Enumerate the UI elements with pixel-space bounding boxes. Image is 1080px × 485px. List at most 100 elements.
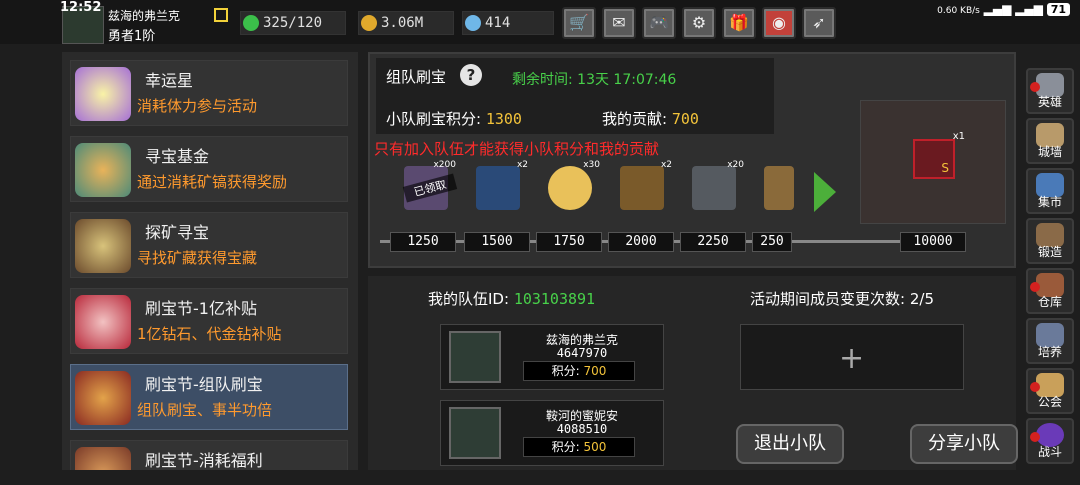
my-contribution-label: 我的贡献: bbox=[602, 110, 668, 128]
list-item-title: 寻宝基金 bbox=[145, 147, 210, 166]
feather-button[interactable]: ➶ bbox=[802, 7, 836, 39]
team-panel: 我的队伍ID: 103103891 活动期间成员变更次数: 2/5 兹海的弗兰克… bbox=[368, 276, 1018, 470]
list-item-desc: 寻找矿藏获得宝藏 bbox=[137, 249, 258, 267]
gift-icon: 🎁 bbox=[729, 13, 749, 32]
event-panel: 组队刷宝 ? 剩余时间: 13天 17:07:46 小队刷宝积分: 1300 我… bbox=[368, 52, 1016, 268]
nav-guild[interactable]: 公会 bbox=[1026, 368, 1074, 414]
list-item-title: 刷宝节-组队刷宝 bbox=[145, 375, 263, 394]
gold-coin-icon bbox=[361, 15, 377, 31]
nav-wall[interactable]: 城墙 bbox=[1026, 118, 1074, 164]
wheel-icon: ◉ bbox=[772, 13, 786, 32]
lightning-icon bbox=[243, 15, 259, 31]
reward-item[interactable]: x2 bbox=[476, 160, 528, 210]
list-item[interactable]: 刷宝节-消耗福利 bbox=[70, 440, 348, 470]
next-arrow-icon[interactable] bbox=[814, 172, 836, 212]
my-contribution: 我的贡献: 700 bbox=[602, 108, 699, 129]
milestone: 1750 bbox=[536, 232, 602, 252]
nav-market[interactable]: 集市 bbox=[1026, 168, 1074, 214]
list-item-title: 幸运星 bbox=[145, 71, 194, 90]
member-uid: 4647970 bbox=[556, 346, 608, 360]
team-member-card[interactable]: 兹海的弗兰克 4647970 积分: 700 bbox=[440, 324, 664, 390]
milestone: 1250 bbox=[390, 232, 456, 252]
reward-item[interactable]: x200 已领取 bbox=[402, 160, 458, 210]
system-status: 0.60 KB/s ▂▄▆ ▂▄▆ 71 bbox=[937, 2, 1070, 16]
list-item[interactable]: 幸运星 消耗体力参与活动 bbox=[70, 60, 348, 126]
nav-label: 战斗 bbox=[1037, 445, 1062, 459]
reward-count: x200 bbox=[433, 160, 456, 170]
team-member-card[interactable]: 鞍河的蜜妮安 4088510 积分: 500 bbox=[440, 400, 664, 466]
time-left-value: 13天 17:07:46 bbox=[577, 72, 677, 88]
treasure-chest-icon bbox=[75, 219, 131, 273]
mail-icon: ✉ bbox=[612, 13, 626, 32]
gift-button[interactable]: 🎁 bbox=[722, 7, 756, 39]
milestone-final: 10000 bbox=[900, 232, 966, 252]
list-item-title: 探矿寻宝 bbox=[145, 223, 210, 242]
list-item-desc: 组队刷宝、事半功倍 bbox=[137, 401, 273, 419]
reward-item[interactable] bbox=[764, 166, 794, 210]
diamond-counter: 414 bbox=[462, 11, 554, 35]
gold-counter: 3.06M bbox=[358, 11, 454, 35]
list-item-desc: 消耗体力参与活动 bbox=[137, 97, 258, 115]
member-score: 积分: 700 bbox=[523, 361, 635, 381]
nav-warehouse[interactable]: 仓库 bbox=[1026, 268, 1074, 314]
treasure-chest-icon bbox=[75, 371, 131, 425]
milestone: 250 bbox=[752, 232, 792, 252]
member-changes-label: 活动期间成员变更次数: bbox=[750, 290, 906, 308]
nav-hero[interactable]: 英雄 bbox=[1026, 68, 1074, 114]
event-title: 组队刷宝 bbox=[386, 68, 447, 86]
list-item[interactable]: 寻宝基金 通过消耗矿镐获得奖励 bbox=[70, 136, 348, 202]
shop-icon: 🛒 bbox=[569, 13, 589, 32]
alert-badge bbox=[1030, 282, 1040, 292]
mail-button[interactable]: ✉ bbox=[602, 7, 636, 39]
top-bar: 12:52 兹海的弗兰克 勇者1阶 325/120 3.06M 414 🛒 ✉ … bbox=[0, 0, 1080, 44]
wheel-button[interactable]: ◉ bbox=[762, 7, 796, 39]
member-score-value: 700 bbox=[583, 364, 607, 378]
nav-battle[interactable]: 战斗 bbox=[1026, 418, 1074, 464]
claimed-label: 已领取 bbox=[402, 173, 458, 203]
shop-button[interactable]: 🛒 bbox=[562, 7, 596, 39]
final-reward-count: x1 bbox=[952, 131, 965, 142]
status-time: 12:52 bbox=[60, 0, 102, 15]
nav-forge[interactable]: 锻造 bbox=[1026, 218, 1074, 264]
event-list[interactable]: 幸运星 消耗体力参与活动 寻宝基金 通过消耗矿镐获得奖励 探矿寻宝 寻找矿藏获得… bbox=[62, 52, 358, 470]
list-item[interactable]: 探矿寻宝 寻找矿藏获得宝藏 bbox=[70, 212, 348, 278]
gamepad-icon: 🎮 bbox=[649, 13, 669, 32]
team-id-label: 我的队伍ID: bbox=[428, 290, 510, 308]
list-item[interactable]: 刷宝节-1亿补贴 1亿钻石、代金钻补贴 bbox=[70, 288, 348, 354]
gold-value: 3.06M bbox=[381, 15, 424, 31]
leave-team-button[interactable]: 退出小队 bbox=[736, 424, 844, 464]
reward-item[interactable]: x20 bbox=[692, 160, 744, 210]
nav-label: 集市 bbox=[1037, 195, 1062, 209]
my-contribution-value: 700 bbox=[671, 110, 699, 128]
invite-slot[interactable]: + bbox=[740, 324, 964, 390]
settings-button[interactable]: ⚙ bbox=[682, 7, 716, 39]
reward-item[interactable]: x30 bbox=[548, 160, 600, 210]
gamepad-button[interactable]: 🎮 bbox=[642, 7, 676, 39]
nav-train[interactable]: 培养 bbox=[1026, 318, 1074, 364]
list-item-title: 刷宝节-1亿补贴 bbox=[145, 299, 257, 318]
final-reward-item[interactable]: x1 S bbox=[913, 131, 965, 179]
share-team-button[interactable]: 分享小队 bbox=[910, 424, 1018, 464]
lucky-star-icon bbox=[75, 67, 131, 121]
member-score-value: 500 bbox=[583, 440, 607, 454]
diamond-icon bbox=[465, 15, 481, 31]
milestone: 2250 bbox=[680, 232, 746, 252]
help-icon[interactable]: ? bbox=[460, 64, 482, 86]
nav-label: 培养 bbox=[1037, 345, 1062, 359]
member-avatar bbox=[449, 407, 501, 459]
edit-icon[interactable] bbox=[214, 8, 228, 22]
reward-count: x2 bbox=[516, 160, 528, 170]
member-avatar bbox=[449, 331, 501, 383]
plus-icon: + bbox=[839, 341, 865, 376]
reward-count: x30 bbox=[583, 160, 600, 170]
time-left-label: 剩余时间: bbox=[512, 72, 573, 88]
diamond-value: 414 bbox=[485, 15, 511, 31]
net-speed: 0.60 KB/s bbox=[937, 6, 980, 16]
list-item-desc: 1亿钻石、代金钻补贴 bbox=[137, 325, 282, 343]
team-score-label: 小队刷宝积分: bbox=[386, 110, 482, 128]
reward-item[interactable]: x2 bbox=[620, 160, 672, 210]
feather-icon: ➶ bbox=[812, 13, 826, 32]
alert-badge bbox=[1030, 382, 1040, 392]
join-team-warning: 只有加入队伍才能获得小队积分和我的贡献 bbox=[374, 140, 660, 158]
list-item-selected[interactable]: 刷宝节-组队刷宝 组队刷宝、事半功倍 bbox=[70, 364, 348, 430]
